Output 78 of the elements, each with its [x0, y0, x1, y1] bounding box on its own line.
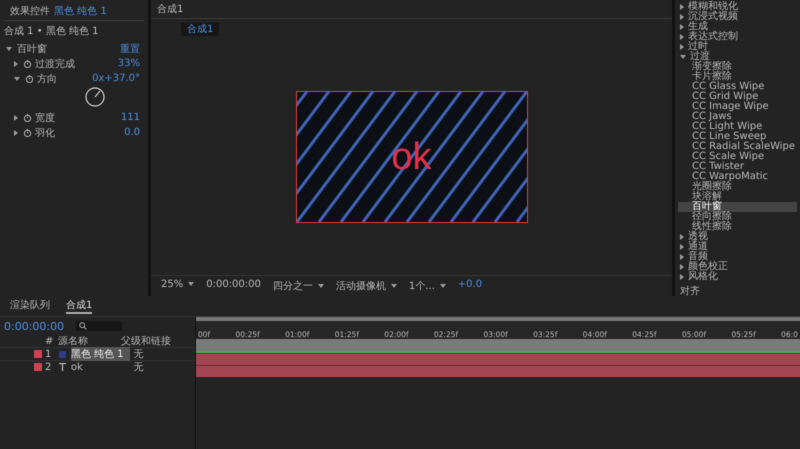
- category-item[interactable]: 模糊和锐化: [678, 2, 797, 12]
- composition-tab[interactable]: 合成1: [157, 2, 184, 16]
- param-name: 过渡完成: [35, 58, 75, 70]
- category-item[interactable]: 沉浸式视频: [678, 12, 797, 22]
- effect-item[interactable]: 线性擦除: [678, 222, 797, 232]
- category-item[interactable]: 通道: [678, 242, 797, 252]
- layer-name[interactable]: ok: [70, 362, 130, 372]
- category-item[interactable]: 表达式控制: [678, 32, 797, 42]
- effect-item[interactable]: CC Image Wipe: [678, 102, 797, 112]
- effect-item[interactable]: CC Light Wipe: [678, 122, 797, 132]
- category-item[interactable]: 过时: [678, 42, 797, 52]
- parent-dropdown[interactable]: 无: [133, 360, 196, 374]
- param-value[interactable]: 0.0: [124, 127, 144, 138]
- disclosure-icon[interactable]: [14, 60, 18, 66]
- disclosure-icon[interactable]: [14, 114, 18, 120]
- category-item[interactable]: 风格化: [678, 272, 797, 282]
- camera-dropdown[interactable]: 活动摄像机: [336, 279, 397, 293]
- panel-tab[interactable]: 效果控件: [10, 4, 50, 18]
- effect-item[interactable]: 卡片擦除: [678, 72, 797, 82]
- param-value[interactable]: 111: [120, 112, 144, 123]
- effect-item[interactable]: CC Twister: [678, 162, 797, 172]
- reset-link[interactable]: 重置: [120, 42, 144, 56]
- layer-index: 2: [44, 362, 52, 372]
- stopwatch-icon[interactable]: [23, 59, 32, 68]
- parent-dropdown[interactable]: 无: [133, 347, 196, 361]
- column-header: 源名称: [58, 335, 89, 348]
- angle-dial[interactable]: [84, 86, 106, 108]
- param-name: 方向: [37, 72, 58, 86]
- column-header: 父级和链接: [121, 334, 172, 348]
- effect-item[interactable]: CC Radial ScaleWipe: [678, 142, 797, 152]
- composition-tab[interactable]: 合成1: [181, 23, 220, 36]
- param-name: 宽度: [35, 112, 56, 124]
- layer-name[interactable]: 黑色 纯色 1: [70, 347, 130, 361]
- disclosure-icon[interactable]: [14, 76, 20, 80]
- layer-row[interactable]: 1 黑色 纯色 1 无: [0, 347, 195, 360]
- zoom-dropdown[interactable]: 25%: [161, 279, 194, 293]
- layer-index: 1: [44, 348, 52, 360]
- stopwatch-icon[interactable]: [23, 113, 32, 122]
- param-name: 羽化: [35, 126, 56, 140]
- effect-item[interactable]: 渐变擦除: [678, 62, 797, 72]
- stopwatch-icon[interactable]: [23, 128, 32, 137]
- effect-item[interactable]: 径向擦除: [678, 212, 797, 222]
- effect-item[interactable]: 百叶窗: [678, 202, 797, 212]
- resolution-dropdown[interactable]: 四分之一: [272, 279, 324, 293]
- param-value[interactable]: 33%: [118, 58, 144, 69]
- effect-item[interactable]: CC WarpoMatic: [678, 172, 797, 182]
- effect-item[interactable]: 光圈擦除: [678, 182, 797, 192]
- category-item[interactable]: 音频: [678, 252, 797, 262]
- effect-item[interactable]: CC Glass Wipe: [678, 82, 797, 92]
- label-color-swatch[interactable]: [34, 350, 42, 358]
- param-value[interactable]: 0x+37.0°: [92, 73, 144, 84]
- panel-title: 对齐: [679, 284, 701, 299]
- search-icon: [79, 322, 88, 330]
- category-item[interactable]: 颜色校正: [678, 262, 797, 272]
- disclosure-icon[interactable]: [14, 130, 18, 136]
- effect-item[interactable]: CC Jaws: [678, 112, 797, 122]
- effect-item[interactable]: CC Grid Wipe: [678, 92, 797, 102]
- effect-item[interactable]: CC Scale Wipe: [678, 152, 797, 162]
- column-header: #: [45, 336, 54, 346]
- views-dropdown[interactable]: 1个...: [408, 279, 446, 293]
- effect-name: 百叶窗: [17, 42, 48, 56]
- label-color-swatch[interactable]: [34, 363, 42, 371]
- effect-item[interactable]: 块溶解: [678, 192, 797, 202]
- breadcrumb: 合成 1 • 黑色 纯色 1: [4, 24, 100, 39]
- timecode[interactable]: 0:00:00:00: [206, 279, 261, 293]
- layer-row[interactable]: 2 ok 无: [0, 360, 195, 373]
- exposure-value[interactable]: +0.0: [458, 279, 482, 293]
- timeline-tab[interactable]: 合成1: [66, 298, 92, 314]
- timeline-tab[interactable]: 渲染队列: [10, 298, 50, 314]
- effect-item[interactable]: CC Line Sweep: [678, 132, 797, 142]
- current-time[interactable]: 0:00:00:00: [4, 320, 64, 332]
- stopwatch-icon[interactable]: [25, 74, 34, 83]
- category-item[interactable]: 过渡: [678, 52, 797, 62]
- search-field[interactable]: [76, 321, 122, 331]
- category-item[interactable]: 生成: [678, 22, 797, 32]
- category-item[interactable]: 透视: [678, 232, 797, 242]
- disclosure-icon[interactable]: [6, 46, 12, 50]
- layer-name: 黑色 纯色 1: [54, 5, 107, 18]
